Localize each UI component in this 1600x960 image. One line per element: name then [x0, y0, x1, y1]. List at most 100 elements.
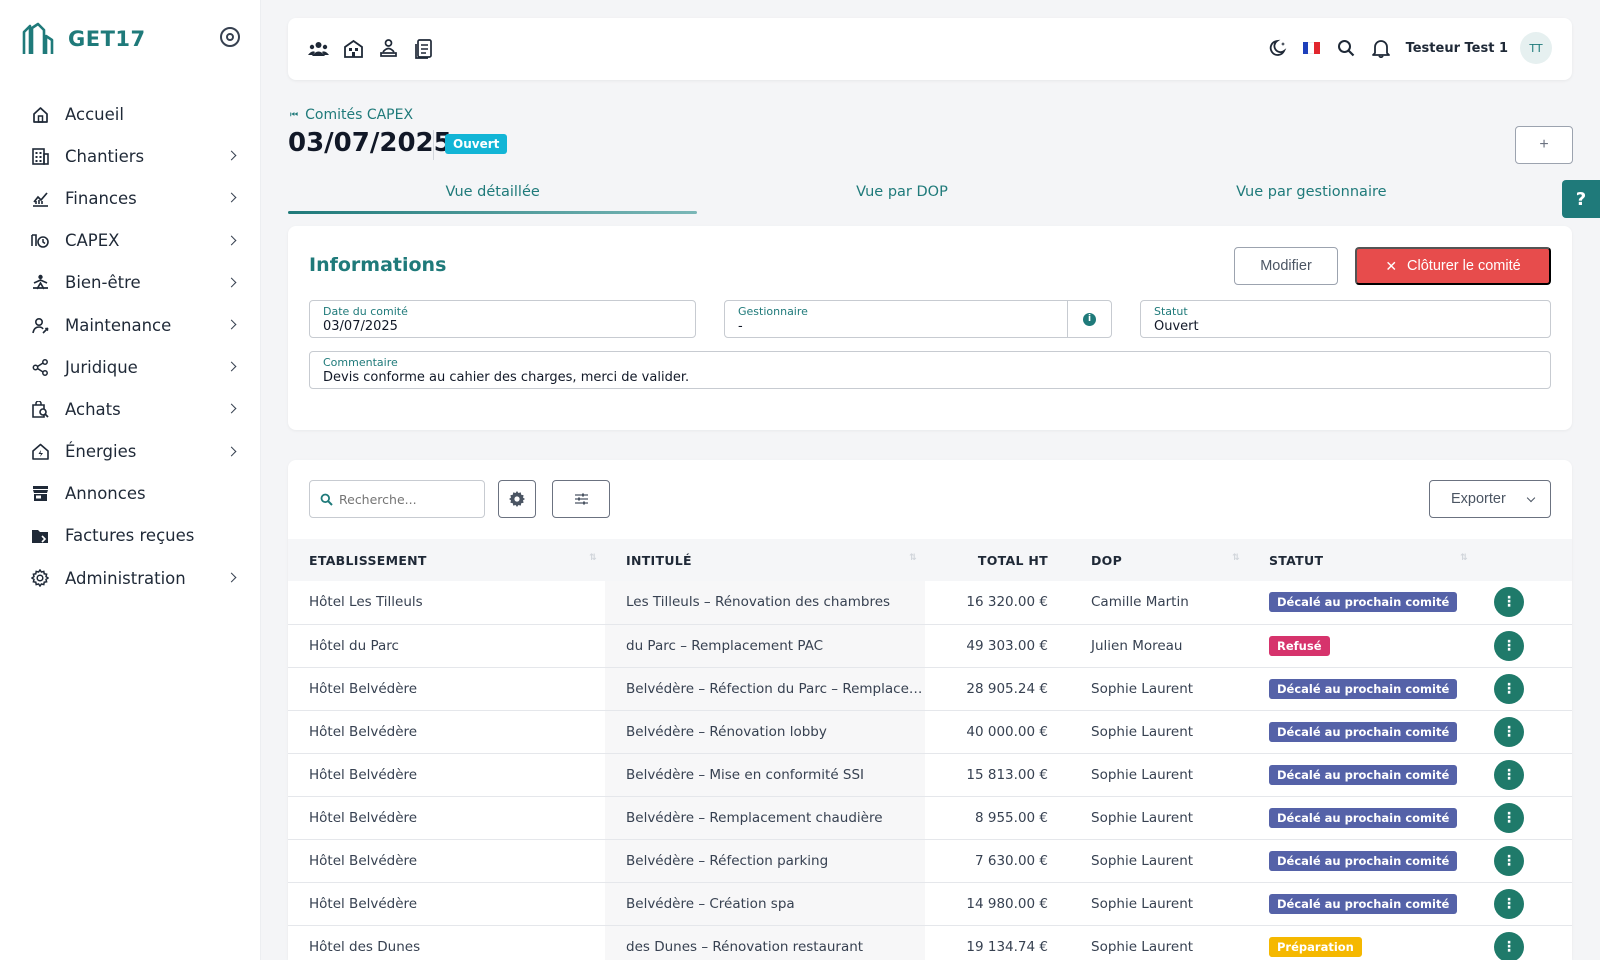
table-row[interactable]: Hôtel du Parc du Parc – Remplacement PAC 4…	[288, 624, 1572, 668]
column-header-intitule[interactable]: INTITULÉ ⇅	[605, 539, 925, 581]
table-row[interactable]: Hôtel Belvédère Belvédère – Réfection du …	[288, 667, 1572, 711]
help-button[interactable]: ?	[1562, 180, 1600, 218]
table-row[interactable]: Hôtel des Dunes des Dunes – Rénovation re…	[288, 925, 1572, 960]
sidebar-item-annonces[interactable]: Annonces	[0, 473, 261, 515]
breadcrumb[interactable]: ⏮ Comités CAPEX	[290, 107, 413, 123]
table-row[interactable]: Hôtel Belvédère Belvédère – Réfection par…	[288, 839, 1572, 883]
user-name[interactable]: Testeur Test 1	[1406, 41, 1508, 56]
row-menu-button[interactable]: ⋮	[1494, 845, 1524, 876]
row-menu-button[interactable]: ⋮	[1494, 759, 1524, 790]
avatar[interactable]: TT	[1520, 32, 1552, 64]
cell-dop: Julien Moreau	[1070, 624, 1248, 668]
bell-icon[interactable]	[1371, 38, 1392, 59]
date-field-label: Date du comité	[323, 305, 408, 318]
modify-button[interactable]: Modifier	[1234, 247, 1338, 285]
cell-intitule: du Parc – Remplacement PAC	[605, 624, 925, 668]
table-row[interactable]: Hôtel Belvédère Belvédère – Mise en confo…	[288, 753, 1572, 797]
chevron-right-icon	[226, 361, 237, 372]
search-input[interactable]	[339, 491, 479, 507]
chevron-right-icon	[226, 403, 237, 414]
chevron-right-icon	[226, 319, 237, 330]
sidebar-item-label: Juridique	[65, 357, 138, 377]
table-settings-button[interactable]	[498, 480, 536, 518]
gear-icon	[509, 491, 525, 507]
sidebar-item-energies[interactable]: Énergies	[0, 431, 261, 473]
date-field-value: 03/07/2025	[323, 319, 398, 334]
add-button[interactable]: +	[1515, 126, 1573, 164]
sidebar-nav: Accueil Chantiers Finances CAPEX Bien-être Ma…	[0, 93, 261, 599]
back-to-start-icon: ⏮	[290, 110, 299, 120]
sidebar-item-label: Énergies	[65, 442, 137, 462]
tab-vue-par-dop[interactable]: Vue par DOP	[697, 180, 1106, 214]
comment-field-value: Devis conforme au cahier des charges, me…	[323, 370, 690, 385]
close-committee-button[interactable]: ✕ Clôturer le comité	[1355, 247, 1551, 285]
cell-intitule: Belvédère – Rénovation lobby	[605, 710, 925, 754]
column-header-statut[interactable]: STATUT ⇅	[1248, 539, 1476, 581]
row-menu-button[interactable]: ⋮	[1494, 673, 1524, 704]
table-row[interactable]: Hôtel Les Tilleuls Les Tilleuls – Rénovat…	[288, 581, 1572, 625]
cell-etablissement: Hôtel Belvédère	[288, 667, 605, 711]
table-row[interactable]: Hôtel Belvédère Belvédère – Remplacement …	[288, 796, 1572, 840]
row-menu-button[interactable]: ⋮	[1494, 931, 1524, 960]
brand[interactable]: GET17	[22, 22, 146, 56]
status-field[interactable]: Statut Ouvert	[1140, 300, 1551, 338]
manager-info-button[interactable]: i	[1067, 301, 1111, 337]
sidebar-item-juridique[interactable]: Juridique	[0, 346, 261, 388]
date-field[interactable]: Date du comité 03/07/2025	[309, 300, 696, 338]
more-vertical-icon: ⋮	[1502, 852, 1516, 869]
search-box[interactable]	[309, 480, 485, 518]
sidebar-item-capex[interactable]: CAPEX	[0, 220, 261, 262]
export-button[interactable]: Exporter	[1429, 480, 1551, 518]
cell-intitule: Belvédère – Mise en conformité SSI	[605, 753, 925, 797]
sidebar-item-label: Accueil	[65, 104, 124, 124]
tab-vue-detaillee[interactable]: Vue détaillée	[288, 180, 698, 214]
projects-table-card: Exporter ETABLISSEMENT⇅ INTITULÉ⇅ TOTAL …	[288, 460, 1572, 960]
cell-intitule: Belvédère – Réfection du Parc – Remplace…	[605, 667, 925, 711]
dark-mode-icon[interactable]	[1268, 38, 1289, 59]
building-icon	[31, 147, 49, 165]
sidebar-item-chantiers[interactable]: Chantiers	[0, 135, 261, 177]
cell-total-ht: 7 630.00 €	[925, 839, 1070, 883]
cell-dop: Sophie Laurent	[1070, 925, 1248, 960]
row-menu-button[interactable]: ⋮	[1494, 587, 1524, 618]
cell-intitule: Les Tilleuls – Rénovation des chambres	[605, 581, 925, 625]
search-icon[interactable]	[1336, 38, 1357, 59]
more-vertical-icon: ⋮	[1502, 895, 1516, 912]
breadcrumb-label: Comités CAPEX	[305, 107, 414, 123]
chevron-right-icon	[226, 277, 237, 288]
hotel-icon[interactable]	[343, 38, 364, 59]
chevron-down-icon	[1526, 493, 1536, 503]
cell-statut: Décalé au prochain comité	[1248, 839, 1476, 883]
cell-total-ht: 19 134.74 €	[925, 925, 1070, 960]
person-desk-icon[interactable]	[378, 38, 399, 59]
cell-total-ht: 8 955.00 €	[925, 796, 1070, 840]
projects-table: ETABLISSEMENT ⇅ INTITULÉ ⇅ TOTAL HT DOP ⇅ S…	[288, 539, 1572, 960]
cell-actions: ⋮	[1476, 839, 1572, 883]
tab-vue-par-gestionnaire[interactable]: Vue par gestionnaire	[1107, 180, 1516, 214]
row-menu-button[interactable]: ⋮	[1494, 630, 1524, 661]
filters-button[interactable]	[552, 480, 610, 518]
column-header-etablissement[interactable]: ETABLISSEMENT ⇅	[288, 539, 605, 581]
column-header-dop[interactable]: DOP ⇅	[1070, 539, 1248, 581]
sidebar-item-bien-etre[interactable]: Bien-être	[0, 262, 261, 304]
comment-field[interactable]: Commentaire Devis conforme au cahier des…	[309, 351, 1551, 389]
sidebar-item-finances[interactable]: Finances	[0, 177, 261, 219]
table-row[interactable]: Hôtel Belvédère Belvédère – Création spa 1…	[288, 882, 1572, 926]
column-header-total-ht[interactable]: TOTAL HT	[925, 539, 1070, 581]
sidebar-item-accueil[interactable]: Accueil	[0, 93, 261, 135]
row-menu-button[interactable]: ⋮	[1494, 802, 1524, 833]
users-icon[interactable]	[308, 38, 329, 59]
table-row[interactable]: Hôtel Belvédère Belvédère – Rénovation lo…	[288, 710, 1572, 754]
document-icon[interactable]	[413, 38, 434, 59]
row-menu-button[interactable]: ⋮	[1494, 716, 1524, 747]
sidebar-item-factures-recues[interactable]: Factures reçues	[0, 515, 261, 557]
sidebar-item-administration[interactable]: Administration	[0, 557, 261, 599]
sidebar-item-maintenance[interactable]: Maintenance	[0, 304, 261, 346]
sidebar-item-achats[interactable]: Achats	[0, 388, 261, 430]
french-flag-icon[interactable]	[1302, 42, 1320, 54]
more-vertical-icon: ⋮	[1502, 594, 1516, 611]
row-menu-button[interactable]: ⋮	[1494, 888, 1524, 919]
cell-intitule: Belvédère – Remplacement chaudière	[605, 796, 925, 840]
manager-field[interactable]: Gestionnaire - i	[724, 300, 1112, 338]
collapse-sidebar-icon[interactable]	[220, 27, 240, 47]
